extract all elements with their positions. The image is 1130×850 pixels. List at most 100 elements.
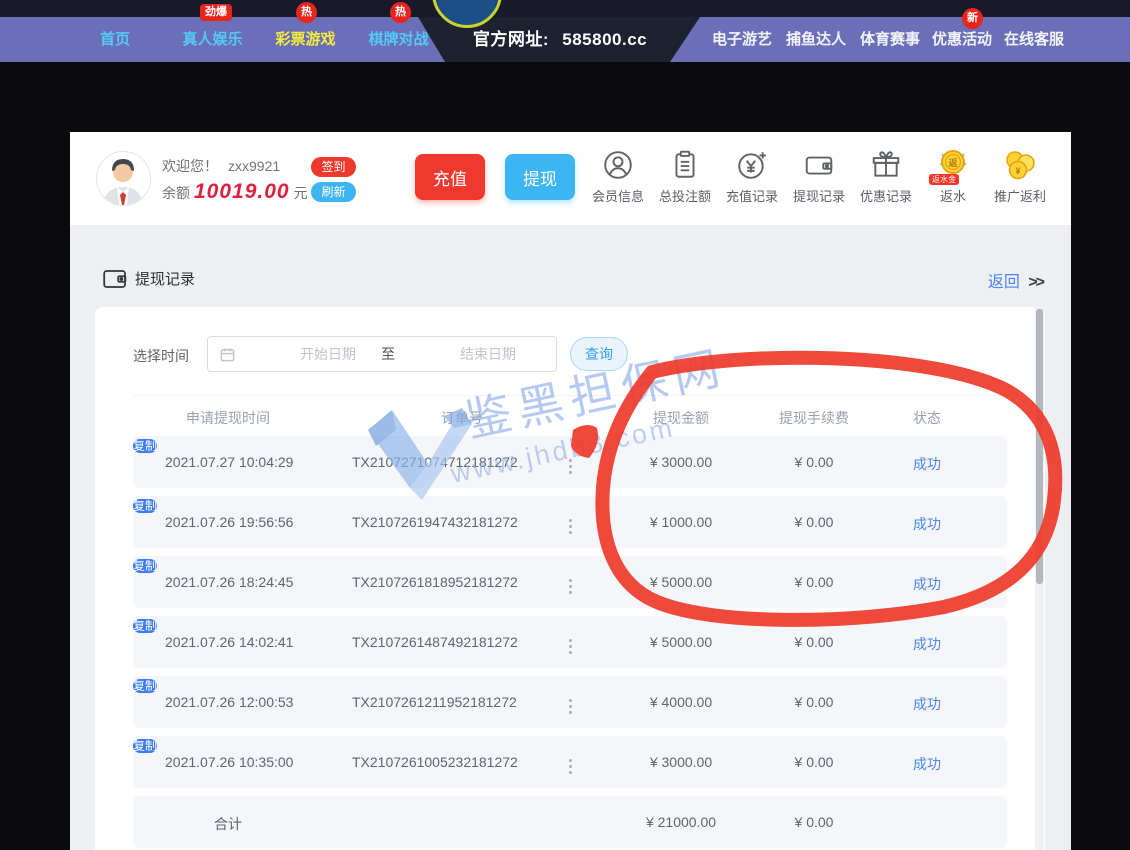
svg-text:返: 返 <box>948 157 957 168</box>
cell-fee: ¥ 0.00 <box>754 454 874 470</box>
recharge-button[interactable]: 充值 <box>415 154 485 200</box>
col-header-amount: 提现金额 <box>621 408 741 428</box>
svg-text:¥: ¥ <box>1015 166 1020 176</box>
status-link[interactable]: 成功 <box>897 454 957 474</box>
cell-order: TX2107261947432181272 <box>352 514 518 530</box>
table-header: 申请提现时间 订单号 提现金额 提现手续费 状态 <box>133 395 1007 435</box>
table-row: 2021.07.26 19:56:56 TX210726194743218127… <box>133 496 1007 548</box>
withdraw-records-icon <box>103 269 127 289</box>
cell-fee: ¥ 0.00 <box>754 634 874 650</box>
back-arrows-icon: >> <box>1028 274 1043 291</box>
main-panel: 欢迎您！zxx9921 余额10019.00元 签到 刷新 充值 提现 会员信息… <box>70 132 1071 850</box>
shortcut-rebate[interactable]: 返 返水金 返水 <box>921 147 985 205</box>
shortcut-label: 推广返利 <box>988 186 1052 205</box>
nav-service[interactable]: 在线客服 <box>1004 17 1064 62</box>
back-link[interactable]: 返回 >> <box>988 268 1043 292</box>
cell-time: 2021.07.27 10:04:29 <box>165 454 293 470</box>
cell-order: TX2107261487492181272 <box>352 634 518 650</box>
yuan-plus-icon <box>736 149 768 181</box>
shortcut-label: 优惠记录 <box>854 186 918 205</box>
nav-slots[interactable]: 电子游艺 <box>712 17 772 62</box>
cell-amount: ¥ 4000.00 <box>621 694 741 710</box>
copy-button[interactable]: 复制 <box>133 499 157 513</box>
nav-home[interactable]: 首页 <box>95 17 135 62</box>
nav-fishing[interactable]: 捕鱼达人 <box>786 17 846 62</box>
nav-promotions[interactable]: 优惠活动 <box>932 17 992 62</box>
table-row: 2021.07.26 12:00:53 TX210726121195218127… <box>133 676 1007 728</box>
balance-value: 10019.00 <box>194 180 290 203</box>
status-link[interactable]: 成功 <box>897 694 957 714</box>
cell-time: 2021.07.26 14:02:41 <box>165 634 293 650</box>
table-row: 2021.07.26 18:24:45 TX210726181895218127… <box>133 556 1007 608</box>
cell-amount: ¥ 3000.00 <box>621 754 741 770</box>
cell-order: TX2107261818952181272 <box>352 574 518 590</box>
balance-label: 余额 <box>162 185 190 201</box>
col-header-order: 订单号 <box>392 408 532 428</box>
search-button[interactable]: 查询 <box>570 337 628 371</box>
cell-amount: ¥ 5000.00 <box>621 634 741 650</box>
cell-order: TX2107261005232181272 <box>352 754 518 770</box>
refresh-button[interactable]: 刷新 <box>311 182 356 202</box>
cell-order: TX2107271074712181272 <box>352 454 518 470</box>
clipboard-icon <box>669 149 701 181</box>
shortcut-promo-records[interactable]: 优惠记录 <box>854 147 918 205</box>
shortcut-member-info[interactable]: 会员信息 <box>586 147 650 205</box>
table-row: 2021.07.27 10:04:29 TX210727107471218127… <box>133 436 1007 488</box>
signin-button[interactable]: 签到 <box>311 157 356 177</box>
copy-button[interactable]: 复制 <box>133 559 157 573</box>
shortcut-label: 会员信息 <box>586 186 650 205</box>
nav-sports[interactable]: 体育赛事 <box>860 17 920 62</box>
calendar-icon <box>220 347 235 362</box>
balance-currency: 元 <box>294 185 308 201</box>
date-range-input[interactable]: 开始日期 至 结束日期 <box>207 336 557 372</box>
records-card: 选择时间 开始日期 至 结束日期 查询 申请提现时间 订单号 提现金额 提现手续… <box>95 307 1045 850</box>
end-date-placeholder[interactable]: 结束日期 <box>428 337 548 371</box>
status-link[interactable]: 成功 <box>897 574 957 594</box>
copy-button[interactable]: 复制 <box>133 619 157 633</box>
shortcut-label: 返水 <box>921 186 985 205</box>
scrollbar-thumb[interactable] <box>1036 309 1043 584</box>
copy-button[interactable]: 复制 <box>133 439 157 453</box>
user-bar: 欢迎您！zxx9921 余额10019.00元 签到 刷新 充值 提现 会员信息… <box>70 132 1071 225</box>
col-header-fee: 提现手续费 <box>754 408 874 428</box>
balance-row: 余额10019.00元 <box>162 180 308 204</box>
table-row: 2021.07.26 14:02:41 TX210726148749218127… <box>133 616 1007 668</box>
shortcut-withdraw-records[interactable]: 提现记录 <box>787 147 851 205</box>
page: 首页 真人娱乐 彩票游戏 棋牌对战 官方网址: 585800.cc 电子游艺 捕… <box>0 0 1130 850</box>
shortcut-label: 充值记录 <box>720 186 784 205</box>
shortcut-total-bets[interactable]: 总投注额 <box>653 147 717 205</box>
cell-fee: ¥ 0.00 <box>754 754 874 770</box>
official-site-label: 官方网址: <box>473 30 549 49</box>
withdraw-button[interactable]: 提现 <box>505 154 575 200</box>
coins-icon: ¥ <box>1003 148 1037 182</box>
cell-amount: ¥ 1000.00 <box>621 514 741 530</box>
total-label: 合计 <box>188 814 268 834</box>
nav-board-games[interactable]: 棋牌对战 <box>361 17 436 62</box>
welcome-text: 欢迎您！zxx9921 <box>162 156 280 176</box>
status-link[interactable]: 成功 <box>897 754 957 774</box>
avatar[interactable] <box>96 151 151 206</box>
status-link[interactable]: 成功 <box>897 634 957 654</box>
col-header-time: 申请提现时间 <box>158 408 298 428</box>
back-text: 返回 <box>988 274 1020 291</box>
date-separator: 至 <box>368 337 408 371</box>
new-badge-promo: 新 <box>962 8 983 29</box>
hot-badge-board: 热 <box>390 2 411 23</box>
hot-badge-live: 劲爆 <box>200 4 232 21</box>
nav-lottery[interactable]: 彩票游戏 <box>268 17 343 62</box>
shortcut-recharge-records[interactable]: 充值记录 <box>720 147 784 205</box>
cell-order: TX2107261211952181272 <box>352 694 517 710</box>
copy-button[interactable]: 复制 <box>133 739 157 753</box>
hot-badge-lottery: 热 <box>296 2 317 23</box>
status-link[interactable]: 成功 <box>897 514 957 534</box>
cell-fee: ¥ 0.00 <box>754 514 874 530</box>
scrollbar-track[interactable] <box>1035 307 1044 850</box>
username: zxx9921 <box>228 158 280 174</box>
cell-time: 2021.07.26 12:00:53 <box>165 694 293 710</box>
top-strip <box>0 0 1130 17</box>
col-header-status: 状态 <box>897 408 957 428</box>
nav-live-casino[interactable]: 真人娱乐 <box>175 17 250 62</box>
copy-button[interactable]: 复制 <box>133 679 157 693</box>
total-row: 合计¥ 21000.00¥ 0.00 <box>133 796 1007 848</box>
shortcut-referral[interactable]: ¥ 推广返利 <box>988 147 1052 205</box>
